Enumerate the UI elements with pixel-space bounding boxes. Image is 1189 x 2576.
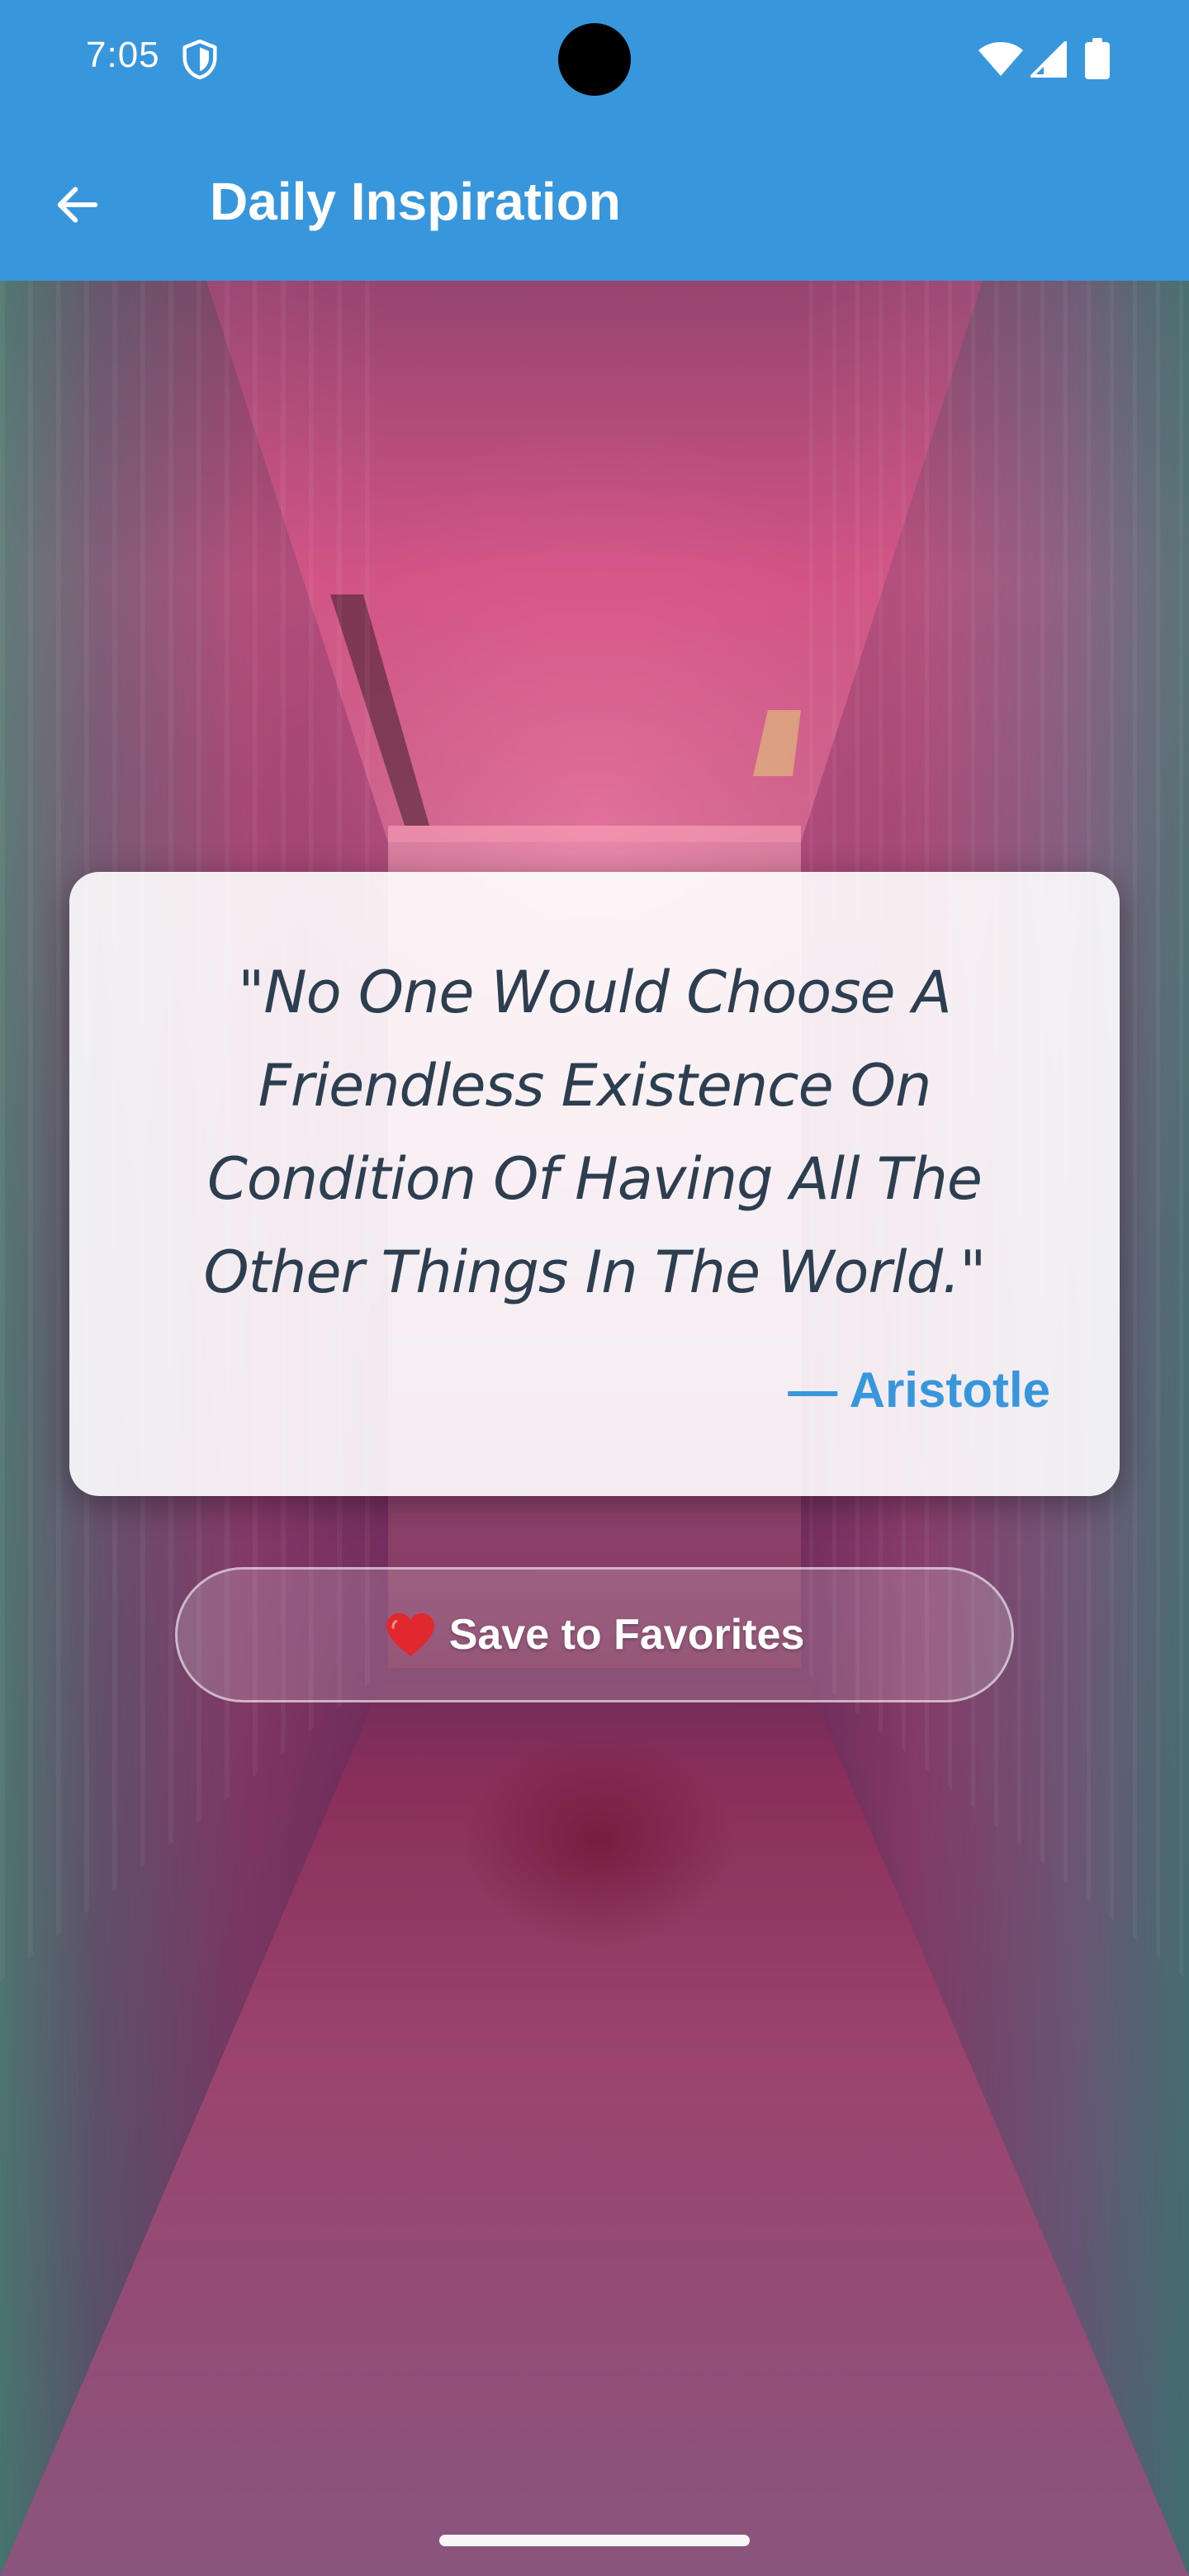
camera-cutout (558, 23, 631, 96)
save-to-favorites-button[interactable]: Save to Favorites (175, 1567, 1014, 1702)
quote-author: — Aristotle (788, 1362, 1050, 1418)
page-title: Daily Inspiration (210, 172, 621, 231)
arrow-left-icon (57, 187, 98, 223)
wifi-icon (978, 42, 1023, 76)
back-button[interactable] (40, 167, 116, 243)
status-time: 7:05 (86, 35, 160, 75)
save-button-label: Save to Favorites (448, 1611, 805, 1659)
status-bar: 7:05 (0, 0, 1189, 124)
battery-icon (1085, 38, 1110, 79)
app-bar: Daily Inspiration (0, 124, 1189, 281)
quote-text: "No One Would Choose A Friendless Existe… (203, 959, 987, 1306)
background-floor-shadow (462, 1734, 735, 1949)
heart-icon (386, 1612, 434, 1657)
shield-icon (182, 40, 217, 79)
gesture-navigation-bar[interactable] (439, 2535, 750, 2546)
quote-card: "No One Would Choose A Friendless Existe… (69, 872, 1120, 1496)
signal-icon (1030, 41, 1067, 78)
